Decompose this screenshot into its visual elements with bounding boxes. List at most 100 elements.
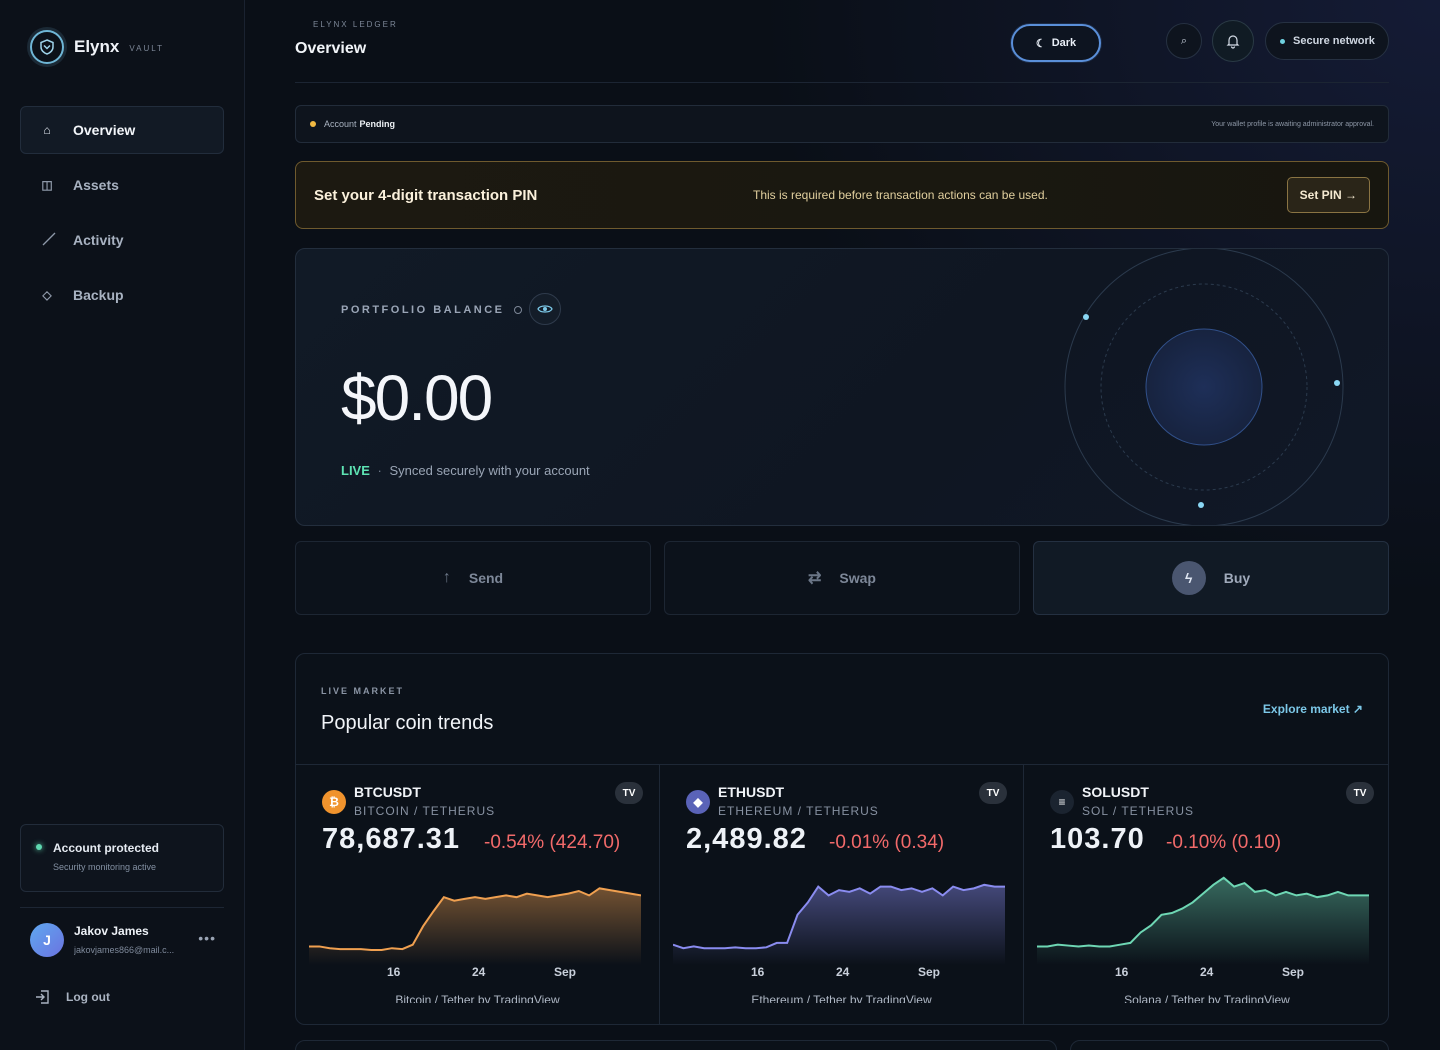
divider (20, 907, 224, 908)
tick-label: 24 (1200, 965, 1214, 979)
sidebar-item-assets[interactable]: ◫ Assets (20, 161, 224, 209)
coin-symbol: BTCUSDT (354, 784, 421, 800)
coin-name: SOL / TETHERUS (1082, 804, 1195, 818)
search-button[interactable]: ⌕ (1166, 23, 1202, 59)
coin-price: 103.70 (1050, 823, 1145, 855)
sidebar-item-label: Overview (73, 122, 136, 138)
set-pin-button[interactable]: Set PIN → (1286, 177, 1370, 213)
portfolio-label: PORTFOLIO BALANCE (341, 304, 523, 316)
tick-label: 16 (387, 965, 401, 979)
coin-card-btc[interactable]: ₿ BTCUSDT BITCOIN / TETHERUS TV 78,687.3… (296, 765, 660, 1024)
theme-toggle-button[interactable]: ☾ Dark (1011, 24, 1101, 62)
swap-arrows-icon: ⇄ (808, 570, 822, 587)
coin-name: ETHEREUM / TETHERUS (718, 804, 879, 818)
tick-label: Sep (918, 965, 941, 979)
ethereum-icon: ◆ (686, 790, 710, 814)
bottom-card (1070, 1040, 1389, 1050)
bell-icon (1226, 35, 1240, 49)
sidebar-item-overview[interactable]: ⌂ Overview (20, 106, 224, 154)
buy-button[interactable]: ϟ Buy (1033, 541, 1389, 615)
eye-icon (537, 305, 553, 313)
home-icon: ⌂ (43, 123, 51, 137)
secure-network-badge[interactable]: Secure network (1265, 22, 1389, 60)
account-status-bar: Account Pending Your wallet profile is a… (295, 105, 1389, 143)
sidebar-nav: ⌂ Overview ◫ Assets Activity ◇ Backup (20, 106, 224, 326)
logout-icon (36, 990, 49, 1004)
buy-label: Buy (1223, 570, 1251, 586)
diamond-icon: ◇ (42, 288, 52, 302)
brand[interactable]: Elynx VAULT (30, 30, 164, 64)
avatar: J (30, 923, 64, 957)
coin-card-sol[interactable]: ≡ SOLUSDT SOL / TETHERUS TV 103.70 -0.10… (1024, 765, 1388, 1024)
sidebar-item-label: Activity (73, 232, 124, 248)
search-icon: ⌕ (1180, 34, 1188, 47)
trend-icon (41, 231, 56, 250)
status-dot-icon (36, 844, 42, 850)
chart-attribution[interactable]: Ethereum / Tether by TradingView (660, 993, 1023, 1003)
swap-button[interactable]: ⇄ Swap (664, 541, 1020, 615)
network-label: Secure network (1293, 35, 1375, 47)
info-dot-icon (514, 306, 523, 315)
solana-icon: ≡ (1050, 790, 1074, 814)
separator: · (377, 463, 382, 478)
protect-title: Account protected (53, 841, 160, 855)
live-label: LIVE (341, 463, 370, 478)
tick-label: Sep (1282, 965, 1305, 979)
bottom-card (295, 1040, 1057, 1050)
orbit-decoration (1064, 249, 1344, 525)
sidebar-item-backup[interactable]: ◇ Backup (20, 271, 224, 319)
tradingview-icon[interactable]: TV (979, 782, 1007, 804)
coin-price: 78,687.31 (322, 823, 461, 855)
pin-title: Set your 4-digit transaction PIN (314, 186, 538, 204)
coin-change: -0.01% (0.34) (829, 832, 945, 853)
divider (295, 82, 1389, 83)
coin-symbol: ETHUSDT (718, 784, 785, 800)
chart-attribution[interactable]: Solana / Tether by TradingView (1024, 993, 1388, 1003)
notifications-button[interactable] (1212, 20, 1254, 62)
sidebar-item-activity[interactable]: Activity (20, 216, 224, 264)
theme-label: Dark (1051, 37, 1077, 49)
account-protected-card: Account protected Security monitoring ac… (20, 824, 224, 892)
chart-attribution[interactable]: Bitcoin / Tether by TradingView (296, 993, 659, 1003)
lightning-icon: ϟ (1171, 561, 1206, 595)
swap-label: Swap (839, 570, 876, 586)
coin-change: -0.10% (0.10) (1166, 832, 1282, 853)
portfolio-label-text: PORTFOLIO BALANCE (341, 304, 505, 316)
market-kicker: LIVE MARKET (321, 686, 405, 696)
pin-message: This is required before transaction acti… (753, 188, 1048, 202)
more-options-icon[interactable]: ••• (198, 930, 216, 946)
coin-chart (673, 883, 1005, 965)
explore-market-link[interactable]: Explore market ↗ (1263, 702, 1363, 716)
tick-label: 24 (836, 965, 850, 979)
tick-label: 24 (472, 965, 486, 979)
brand-sub: VAULT (129, 44, 164, 53)
logout-button[interactable]: Log out (34, 988, 110, 1006)
tradingview-icon[interactable]: TV (1346, 782, 1374, 804)
send-button[interactable]: ↑ Send (295, 541, 651, 615)
tick-label: 16 (1115, 965, 1129, 979)
sidebar: Elynx VAULT ⌂ Overview ◫ Assets Activity… (0, 0, 245, 1050)
chart-area (309, 888, 641, 965)
toggle-visibility-button[interactable] (529, 293, 561, 325)
portfolio-amount: $0.00 (341, 362, 493, 434)
grid-icon: ◫ (41, 178, 53, 192)
protect-subtitle: Security monitoring active (53, 862, 157, 872)
breadcrumb: ELYNX LEDGER (313, 20, 398, 29)
pin-banner: Set your 4-digit transaction PIN This is… (295, 161, 1389, 229)
network-dot-icon (1280, 38, 1285, 44)
coin-card-eth[interactable]: ◆ ETHUSDT ETHEREUM / TETHERUS TV 2,489.8… (660, 765, 1024, 1024)
market-title: Popular coin trends (321, 712, 494, 734)
arrow-up-icon: ↑ (442, 569, 451, 586)
main-content: ELYNX LEDGER Overview ☾ Dark ⌕ Secure ne… (245, 0, 1440, 1050)
chart-area (673, 884, 1005, 965)
brand-name: Elynx (74, 37, 120, 56)
portfolio-card: PORTFOLIO BALANCE $0.00 LIVE · Synced se… (295, 248, 1389, 526)
coin-chart (1037, 876, 1369, 965)
tradingview-icon[interactable]: TV (615, 782, 643, 804)
live-status: LIVE · Synced securely with your account (341, 463, 590, 478)
logout-label: Log out (66, 990, 110, 1004)
send-label: Send (468, 570, 504, 586)
pending-dot-icon (310, 121, 316, 127)
tick-label: Sep (554, 965, 577, 979)
user-profile[interactable]: J Jakov James jakovjames866@mail.c... ••… (30, 922, 220, 962)
